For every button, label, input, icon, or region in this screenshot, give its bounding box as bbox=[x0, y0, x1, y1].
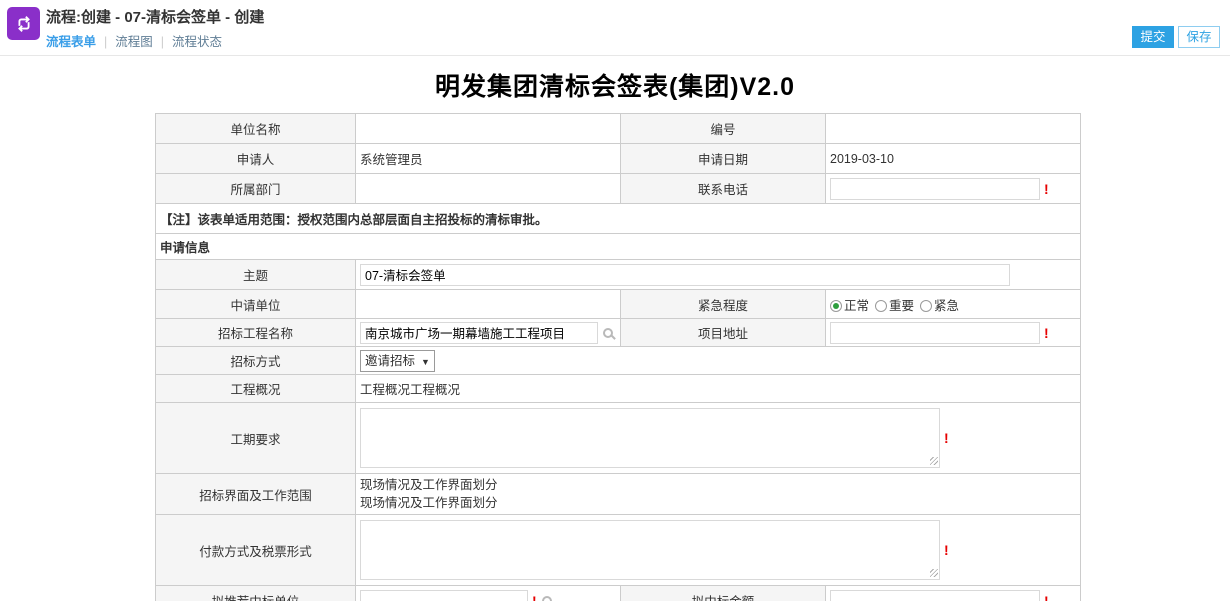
duration-label: 工期要求 bbox=[156, 403, 356, 474]
duration-textarea[interactable] bbox=[360, 408, 940, 468]
department-label: 所属部门 bbox=[156, 174, 356, 204]
subject-label: 主题 bbox=[156, 260, 356, 290]
radio-important-label: 重要 bbox=[889, 299, 914, 313]
table-row: 工程概况 工程概况工程概况 bbox=[156, 375, 1081, 403]
required-icon: ! bbox=[1044, 181, 1049, 197]
table-row: 申请信息 bbox=[156, 234, 1081, 260]
radio-important[interactable] bbox=[875, 300, 887, 312]
submit-button[interactable]: 提交 bbox=[1132, 26, 1174, 48]
bid-method-selected-value: 邀请招标 bbox=[365, 354, 415, 368]
table-row: 申请人 系统管理员 申请日期 2019-03-10 bbox=[156, 144, 1081, 174]
recommend-input[interactable] bbox=[360, 590, 528, 601]
page-title: 流程:创建 - 07-清标会签单 - 创建 bbox=[46, 6, 264, 27]
tab-process-diagram[interactable]: 流程图 bbox=[115, 35, 153, 49]
table-row: 【注】该表单适用范围：授权范围内总部层面自主招投标的清标审批。 bbox=[156, 204, 1081, 234]
phone-input[interactable] bbox=[830, 178, 1040, 200]
section-header-apply-info: 申请信息 bbox=[156, 234, 1081, 260]
apply-unit-value bbox=[356, 290, 621, 319]
tab-separator: | bbox=[104, 35, 107, 49]
tab-bar: 流程表单 | 流程图 | 流程状态 bbox=[46, 31, 222, 50]
bid-amount-label: 拟中标金额 bbox=[621, 586, 826, 601]
scope-line-2: 现场情况及工作界面划分 bbox=[360, 494, 1076, 512]
unit-name-value bbox=[356, 114, 621, 144]
urgency-radio-group: 正常 重要 紧急 bbox=[826, 290, 1081, 319]
required-icon: ! bbox=[1044, 593, 1049, 601]
overview-value: 工程概况工程概况 bbox=[356, 375, 1081, 403]
table-row: 招标界面及工作范围 现场情况及工作界面划分 现场情况及工作界面划分 bbox=[156, 474, 1081, 515]
required-icon: ! bbox=[944, 542, 949, 558]
apply-date-value: 2019-03-10 bbox=[826, 144, 1081, 174]
project-name-label: 招标工程名称 bbox=[156, 319, 356, 347]
table-row: 招标工程名称 项目地址 ! bbox=[156, 319, 1081, 347]
department-value bbox=[356, 174, 621, 204]
table-row: 招标方式 邀请招标 ▼ bbox=[156, 347, 1081, 375]
apply-date-label: 申请日期 bbox=[621, 144, 826, 174]
radio-urgent-label: 紧急 bbox=[934, 299, 959, 313]
required-icon: ! bbox=[944, 430, 949, 446]
table-row: 主题 bbox=[156, 260, 1081, 290]
doc-number-value bbox=[826, 114, 1081, 144]
search-icon[interactable] bbox=[603, 328, 613, 338]
bid-method-select[interactable]: 邀请招标 ▼ bbox=[360, 350, 435, 372]
applicant-label: 申请人 bbox=[156, 144, 356, 174]
table-row: 所属部门 联系电话 ! bbox=[156, 174, 1081, 204]
form-usage-note: 【注】该表单适用范围：授权范围内总部层面自主招投标的清标审批。 bbox=[156, 204, 1081, 234]
bid-amount-input[interactable] bbox=[830, 590, 1040, 601]
unit-name-label: 单位名称 bbox=[156, 114, 356, 144]
search-icon[interactable] bbox=[542, 596, 552, 601]
required-icon: ! bbox=[1044, 325, 1049, 341]
scope-label: 招标界面及工作范围 bbox=[156, 474, 356, 515]
bid-method-label: 招标方式 bbox=[156, 347, 356, 375]
subject-input[interactable] bbox=[360, 264, 1010, 286]
recommend-label: 拟推荐中标单位 bbox=[156, 586, 356, 601]
apply-unit-label: 中请单位 bbox=[156, 290, 356, 319]
form-title: 明发集团清标会签表(集团)V2.0 bbox=[0, 67, 1230, 103]
applicant-value: 系统管理员 bbox=[356, 144, 621, 174]
project-name-input[interactable] bbox=[360, 322, 598, 344]
resize-handle-icon[interactable] bbox=[930, 457, 938, 465]
workflow-app-icon bbox=[7, 7, 40, 40]
table-row: 拟推荐中标单位 ! 拟中标金额 ! bbox=[156, 586, 1081, 601]
doc-number-label: 编号 bbox=[621, 114, 826, 144]
radio-urgent[interactable] bbox=[920, 300, 932, 312]
project-addr-input[interactable] bbox=[830, 322, 1040, 344]
save-button[interactable]: 保存 bbox=[1178, 26, 1220, 48]
tab-process-form[interactable]: 流程表单 bbox=[46, 35, 96, 49]
radio-normal[interactable] bbox=[830, 300, 842, 312]
radio-normal-label: 正常 bbox=[844, 299, 869, 313]
payment-label: 付款方式及税票形式 bbox=[156, 515, 356, 586]
tab-separator: | bbox=[161, 35, 164, 49]
table-row: 工期要求 ! bbox=[156, 403, 1081, 474]
scope-line-1: 现场情况及工作界面划分 bbox=[360, 476, 1076, 494]
chevron-down-icon: ▼ bbox=[421, 357, 430, 367]
window-header: 流程:创建 - 07-清标会签单 - 创建 流程表单 | 流程图 | 流程状态 提交保存 bbox=[0, 0, 1230, 56]
project-addr-label: 项目地址 bbox=[621, 319, 826, 347]
urgency-label: 紧急程度 bbox=[621, 290, 826, 319]
required-icon: ! bbox=[532, 593, 537, 601]
approval-form-table: 单位名称 编号 申请人 系统管理员 申请日期 2019-03-10 所属部门 联… bbox=[155, 113, 1081, 601]
overview-label: 工程概况 bbox=[156, 375, 356, 403]
table-row: 单位名称 编号 bbox=[156, 114, 1081, 144]
resize-handle-icon[interactable] bbox=[930, 569, 938, 577]
table-row: 付款方式及税票形式 ! bbox=[156, 515, 1081, 586]
phone-label: 联系电话 bbox=[621, 174, 826, 204]
header-actions: 提交保存 bbox=[1132, 26, 1220, 48]
payment-textarea[interactable] bbox=[360, 520, 940, 580]
table-row: 中请单位 紧急程度 正常 重要 紧急 bbox=[156, 290, 1081, 319]
tab-process-status[interactable]: 流程状态 bbox=[172, 35, 222, 49]
